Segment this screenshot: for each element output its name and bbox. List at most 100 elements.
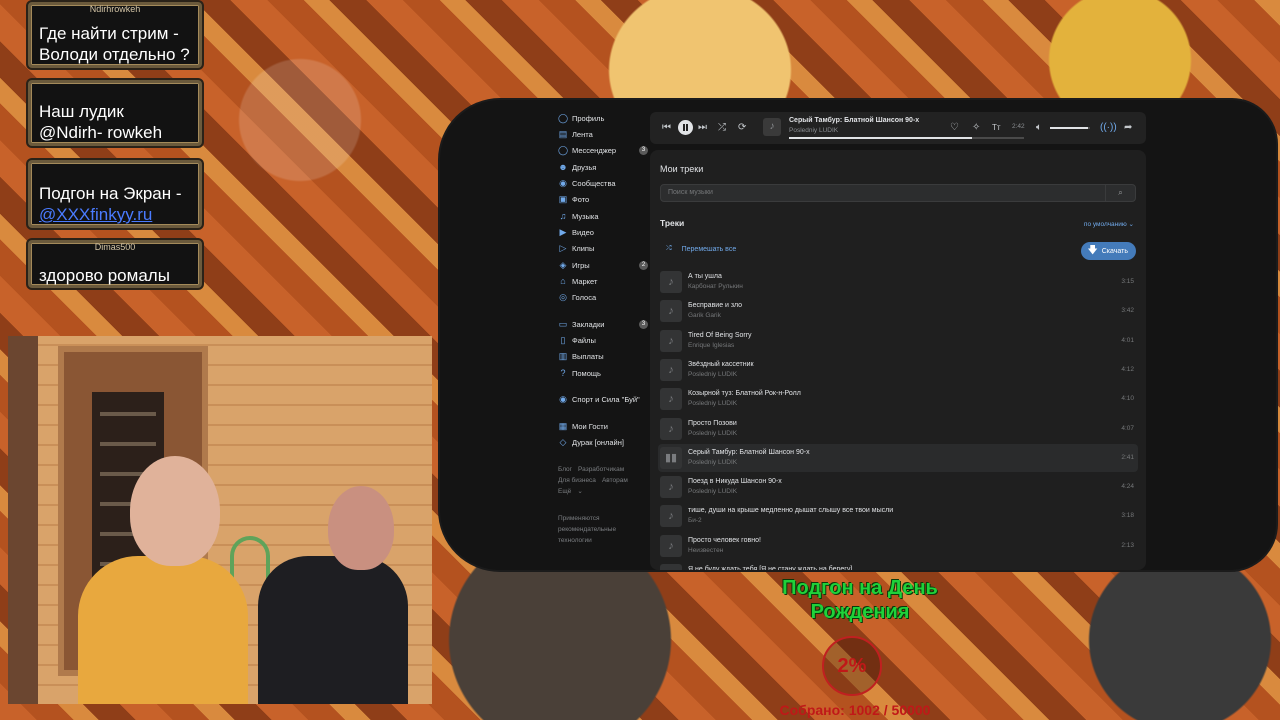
track-cover-icon[interactable]: ♪	[660, 476, 682, 499]
track-row[interactable]: ▮▮ Серый Тамбур: Блатной Шансон 90-х Posle…	[658, 443, 1138, 472]
chat-message: Dimas500 здорово ромалы	[28, 240, 202, 288]
track-cover-icon[interactable]: ♪	[660, 358, 682, 381]
track-title[interactable]: Серый Тамбур: Блатной Шансон 90-х	[688, 449, 810, 456]
sidebar-item[interactable]: ▯ Файлы	[558, 332, 650, 348]
repeat-icon[interactable]: ⟳	[738, 120, 746, 136]
sidebar-item[interactable]: ? Помощь	[558, 365, 650, 381]
track-artist[interactable]: Posledniy LUDIK	[688, 371, 737, 378]
sort-dropdown[interactable]: по умолчанию ⌄	[1084, 220, 1134, 228]
playing-bars-icon[interactable]: ▮▮	[660, 446, 682, 469]
shuffle-icon[interactable]: ⤮	[718, 120, 726, 136]
counter-badge: 3	[639, 319, 648, 329]
track-artist[interactable]: Enrique Iglesias	[688, 342, 734, 349]
sidebar-item[interactable]: ♫ Музыка	[558, 208, 650, 224]
sidebar-item[interactable]: ☻ Друзья	[558, 159, 650, 175]
track-row[interactable]: ♪ Звёздный кассетник Posledniy LUDIK 4:12	[658, 356, 1138, 384]
track-row[interactable]: ♪ А ты ушла Карбонат Рулькин 3:15	[658, 268, 1138, 296]
footer-link[interactable]: Разработчикам	[578, 466, 624, 473]
next-icon[interactable]: ⏭	[698, 120, 707, 136]
download-button[interactable]: 🡇 Скачать	[1081, 242, 1136, 260]
track-title[interactable]: Просто Позови	[688, 420, 737, 427]
track-cover-icon[interactable]: ♪	[660, 388, 682, 411]
footer-link[interactable]: Блог	[558, 466, 572, 473]
footer-more-link[interactable]: Ещё	[558, 488, 571, 495]
sidebar-footer: Применяются рекомендательные технологии	[558, 513, 650, 546]
sidebar-item-label: Маркет	[572, 276, 598, 286]
track-row[interactable]: ♪ Я не буду ждать тебя [Я не стану ждать …	[658, 561, 1138, 570]
track-cover-icon[interactable]: ♪	[660, 300, 682, 323]
sidebar-item[interactable]: ⌂ Маркет	[558, 273, 650, 289]
player-time: 2:42	[1012, 123, 1025, 130]
track-title[interactable]: Поезд в Никуда Шансон 90-х	[688, 478, 782, 485]
track-cover-icon[interactable]: ♪	[660, 271, 682, 293]
track-artist[interactable]: Posledniy LUDIK	[688, 400, 737, 407]
sidebar-item[interactable]: ▭ Закладки 3	[558, 316, 650, 332]
sidebar-item[interactable]: ◯ Профиль	[558, 110, 650, 126]
track-duration: 3:15	[1121, 278, 1134, 285]
lyrics-icon[interactable]: Tт	[992, 120, 1001, 136]
track-cover-icon[interactable]: ♪	[660, 564, 682, 570]
track-title[interactable]: Звёздный кассетник	[688, 361, 754, 368]
webcam-shelf	[8, 336, 38, 704]
webcam-person	[258, 486, 408, 704]
player-artist[interactable]: Posledniy LUDIK	[789, 127, 838, 134]
chat-link[interactable]: @XXXfinkyy.ru	[39, 204, 191, 225]
track-row[interactable]: ♪ тише, души на крыше медленно дышат слыш…	[658, 502, 1138, 530]
effects-icon[interactable]: ✧	[972, 120, 980, 136]
track-cover-icon[interactable]: ♪	[660, 534, 682, 557]
sidebar-item[interactable]: ▷ Клипы	[558, 240, 650, 256]
sidebar-item[interactable]: ◉ Сообщества	[558, 175, 650, 191]
track-title[interactable]: Я не буду ждать тебя [Я не стану ждать н…	[688, 566, 852, 570]
sidebar-item[interactable]: ▥ Выплаты	[558, 348, 650, 364]
track-row[interactable]: ♪ Козырной туз: Блатной Рок-н-Ролл Posledn…	[658, 385, 1138, 413]
track-row[interactable]: ♪ Поезд в Никуда Шансон 90-х Posledniy LUD…	[658, 473, 1138, 501]
track-title[interactable]: Просто человек говно!	[688, 537, 761, 544]
track-title[interactable]: Бесправие и зло	[688, 302, 742, 309]
sidebar-item[interactable]: ▣ Фото	[558, 191, 650, 207]
volume-slider[interactable]	[1050, 127, 1090, 129]
player-title[interactable]: Серый Тамбур: Блатной Шансон 90-х	[789, 117, 919, 124]
track-row[interactable]: ♪ Tired Of Being Sorry Enrique Iglesias 4:0…	[658, 327, 1138, 355]
sidebar-item[interactable]: ◎ Голоса	[558, 289, 650, 305]
track-artist[interactable]: Неизвестен	[688, 547, 723, 554]
previous-icon[interactable]: ⏮	[662, 120, 671, 136]
track-artist[interactable]: Posledniy LUDIK	[688, 430, 737, 437]
track-artist[interactable]: Posledniy LUDIK	[688, 488, 737, 495]
share-icon[interactable]: ➦	[1124, 120, 1132, 136]
donation-percent: 2%	[822, 636, 882, 696]
footer-link[interactable]: Авторам	[602, 477, 628, 484]
track-row[interactable]: ♪ Просто Позови Posledniy LUDIK 4:07	[658, 415, 1138, 443]
sidebar-footer: Для бизнеса Авторам	[558, 475, 650, 486]
track-title[interactable]: Козырной туз: Блатной Рок-н-Ролл	[688, 390, 801, 397]
sidebar-item[interactable]: ◉ Спорт и Сила "Буй"	[558, 391, 650, 407]
shuffle-all-button[interactable]: ⤮ Перемешать все	[666, 245, 736, 253]
track-title[interactable]: тише, души на крыше медленно дышат слышу…	[688, 507, 893, 514]
track-row[interactable]: ♪ Просто человек говно! Неизвестен 2:13	[658, 532, 1138, 560]
track-row[interactable]: ♪ Бесправие и зло Garik Garik 3:42	[658, 297, 1138, 325]
broadcast-icon[interactable]: ((·))	[1100, 120, 1117, 136]
track-cover-icon[interactable]: ♪	[660, 329, 682, 352]
dislike-icon[interactable]: ♡	[950, 120, 959, 136]
track-artist[interactable]: Garik Garik	[688, 312, 721, 319]
track-title[interactable]: Tired Of Being Sorry	[688, 332, 752, 339]
volume-icon[interactable]: 🔈︎	[1036, 120, 1042, 136]
sidebar-item[interactable]: ◇ Дурак [онлайн]	[558, 434, 650, 450]
track-cover-icon[interactable]: ♪	[660, 417, 682, 440]
track-artist[interactable]: Posledniy LUDIK	[688, 459, 737, 466]
sidebar-item[interactable]: ◯ Мессенджер 3	[558, 142, 650, 158]
sidebar-item[interactable]: ▶ Видео	[558, 224, 650, 240]
music-search-input[interactable]: Поиск музыки ⌕	[660, 184, 1136, 202]
pause-button[interactable]	[678, 120, 693, 135]
sidebar-item[interactable]: ▦ Мои Гости	[558, 418, 650, 434]
person-body	[78, 556, 248, 704]
track-title[interactable]: А ты ушла	[688, 273, 722, 280]
footer-link[interactable]: Для бизнеса	[558, 477, 596, 484]
sidebar-item[interactable]: ◈ Игры 2	[558, 257, 650, 273]
track-artist[interactable]: Карбонат Рулькин	[688, 283, 743, 290]
player-progress-bar[interactable]	[789, 137, 1024, 139]
sidebar-item[interactable]: ▤ Лента	[558, 126, 650, 142]
track-duration: 2:41	[1121, 453, 1134, 461]
track-artist[interactable]: Би-2	[688, 517, 702, 524]
track-cover-icon[interactable]: ♪	[660, 505, 682, 528]
search-icon[interactable]: ⌕	[1105, 185, 1135, 201]
